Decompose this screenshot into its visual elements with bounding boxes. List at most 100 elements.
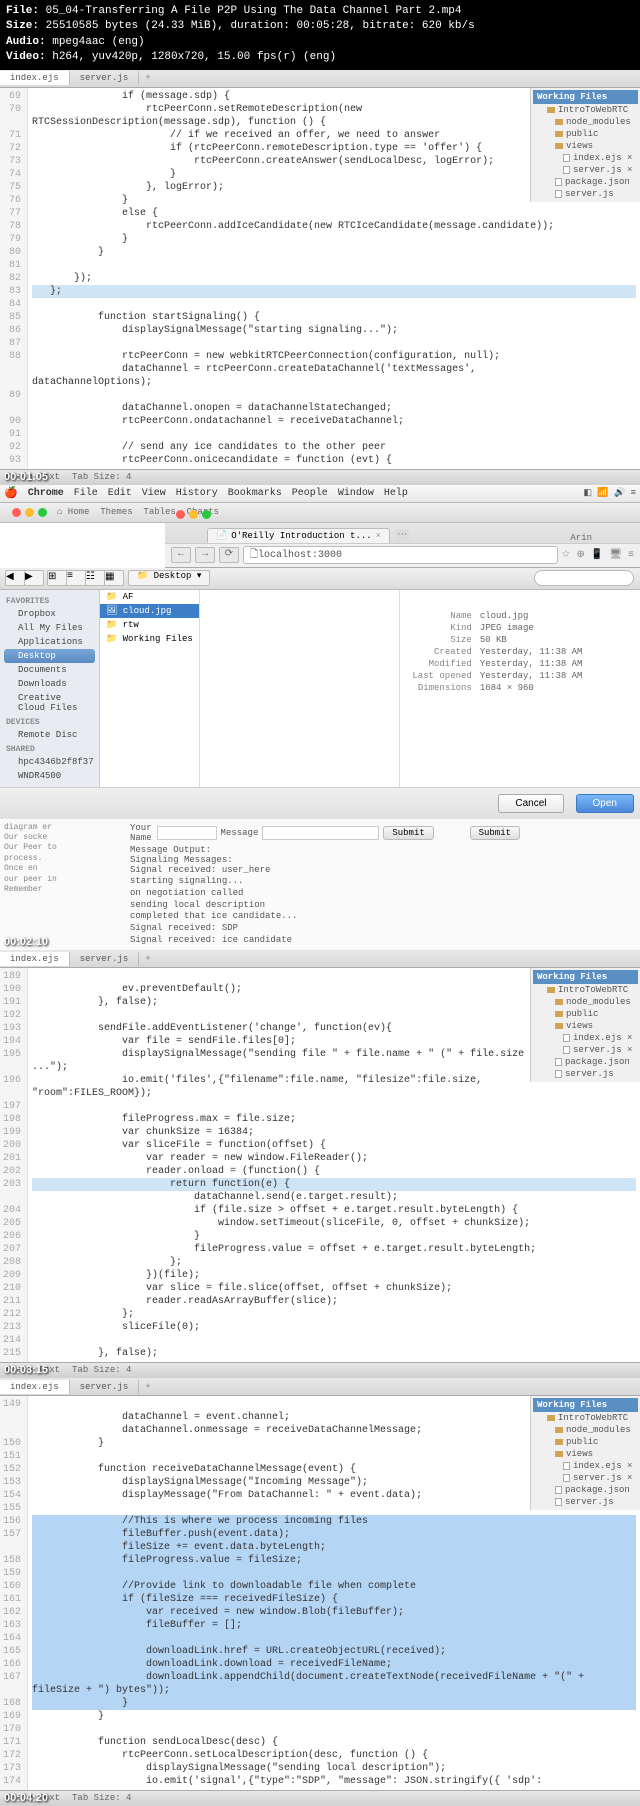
tree-item[interactable]: server.js × [533, 1472, 638, 1484]
finder-sidebar-item[interactable]: Downloads [4, 677, 95, 691]
output-label: Message Output: [130, 845, 520, 855]
menu-bookmarks[interactable]: Bookmarks [228, 488, 282, 499]
finder-col-1[interactable]: 📁 AF🖼 cloud.jpg📁 rtw📁 Working Files [100, 590, 200, 787]
active-app[interactable]: Chrome [28, 488, 64, 499]
tree-item[interactable]: views [533, 1020, 638, 1032]
tree-item[interactable]: node_modules [533, 996, 638, 1008]
editor-tab-bar-2: index.ejs server.js + [0, 950, 640, 968]
devices-label: DEVICES [4, 715, 95, 728]
browser-traffic-lights[interactable] [170, 507, 217, 522]
finder-file-item[interactable]: 📁 rtw [100, 618, 199, 632]
project-folder-2[interactable]: IntroToWebRTC [533, 984, 638, 996]
finder-col-2[interactable] [200, 590, 400, 787]
tree-item[interactable]: server.js [533, 188, 638, 200]
finder-file-item[interactable]: 📁 Working Files [100, 632, 199, 646]
desktop-section: 🍎 Chrome File Edit View History Bookmarks Peo… [0, 485, 640, 951]
browser-user[interactable]: Arin [570, 533, 600, 543]
finder-sidebar: FAVORITES DropboxAll My FilesApplication… [0, 590, 100, 787]
tab-index-3[interactable]: index.ejs [0, 1380, 70, 1394]
menu-icons[interactable]: ◧ 📶 🔊 ≡ [583, 488, 636, 498]
project-folder[interactable]: IntroToWebRTC [533, 104, 638, 116]
working-files-header[interactable]: Working Files [533, 90, 638, 104]
menu-window[interactable]: Window [338, 488, 374, 499]
tree-item[interactable]: server.js [533, 1068, 638, 1080]
tab-close-icon[interactable]: × [376, 531, 381, 541]
tab-add-icon[interactable]: + [139, 71, 156, 85]
editor-status-bar-3: Plain TextTab Size: 4 [0, 1790, 640, 1806]
url-actions[interactable]: ☆ ⊕ 📱 🖥 ≡ [562, 549, 635, 561]
forward-button[interactable]: → [195, 547, 215, 563]
url-bar[interactable]: 🗋 localhost:3000 [243, 546, 558, 564]
tab-add-icon-3[interactable]: + [139, 1380, 156, 1394]
favorites-label: FAVORITES [4, 594, 95, 607]
shared-label: SHARED [4, 742, 95, 755]
tree-item[interactable]: server.js × [533, 164, 638, 176]
tree-item[interactable]: package.json [533, 176, 638, 188]
new-tab-button[interactable]: ⋯ [394, 529, 410, 543]
nav-seg[interactable]: ◀▶ [6, 570, 44, 586]
finder-file-item[interactable]: 🖼 cloud.jpg [100, 604, 199, 618]
tree-item[interactable]: node_modules [533, 116, 638, 128]
working-files-header-3[interactable]: Working Files [533, 1398, 638, 1412]
finder-search[interactable] [534, 570, 634, 586]
finder-sidebar-item[interactable]: Desktop [4, 649, 95, 663]
menu-file[interactable]: File [74, 488, 98, 499]
page-icon: 🗋 [250, 547, 258, 564]
finder-file-item[interactable]: 📁 AF [100, 590, 199, 604]
tab-index[interactable]: index.ejs [0, 71, 70, 85]
tree-item[interactable]: server.js [533, 1496, 638, 1508]
tree-item[interactable]: views [533, 1448, 638, 1460]
view-seg[interactable]: ⊞≡☷▦ [48, 570, 124, 586]
finder-sidebar-item[interactable]: All My Files [4, 621, 95, 635]
tab-server-2[interactable]: server.js [70, 952, 140, 966]
message-input[interactable] [262, 826, 379, 840]
tab-server[interactable]: server.js [70, 71, 140, 85]
menu-view[interactable]: View [142, 488, 166, 499]
code-editor-2: index.ejs server.js + 189190191192193194… [0, 950, 640, 1378]
signal-label: Signaling Messages: [130, 855, 520, 865]
menu-people[interactable]: People [292, 488, 328, 499]
tree-item[interactable]: server.js × [533, 1044, 638, 1056]
tree-item[interactable]: package.json [533, 1484, 638, 1496]
finder-device[interactable]: Remote Disc [4, 728, 95, 742]
browser-tab[interactable]: 📄 O'Reilly Introduction t... × [207, 528, 390, 543]
path-dropdown[interactable]: 📁 Desktop ▾ [128, 570, 210, 586]
tree-item[interactable]: index.ejs × [533, 152, 638, 164]
finder-sidebar-item[interactable]: Documents [4, 663, 95, 677]
traffic-lights[interactable] [6, 505, 53, 520]
tab-add-icon-2[interactable]: + [139, 952, 156, 966]
finder-shared-item[interactable]: WNDR4500 [4, 769, 95, 783]
tree-item[interactable]: node_modules [533, 1424, 638, 1436]
back-button[interactable]: ← [171, 547, 191, 563]
project-folder-3[interactable]: IntroToWebRTC [533, 1412, 638, 1424]
apple-icon[interactable]: 🍎 [4, 486, 18, 500]
tree-item[interactable]: public [533, 1008, 638, 1020]
open-button[interactable]: Open [576, 794, 634, 813]
tab-server-3[interactable]: server.js [70, 1380, 140, 1394]
editor-tab-bar-3: index.ejs server.js + [0, 1378, 640, 1396]
tree-item[interactable]: public [533, 1436, 638, 1448]
submit-button-2[interactable]: Submit [470, 826, 520, 840]
file-details: Namecloud.jpg KindJPEG image Size50 KB C… [400, 590, 640, 787]
menu-edit[interactable]: Edit [108, 488, 132, 499]
cancel-button[interactable]: Cancel [498, 794, 563, 813]
reload-button[interactable]: ⟳ [219, 547, 239, 563]
video-timestamp-4: 00:04:20 [4, 1792, 48, 1804]
menu-history[interactable]: History [176, 488, 218, 499]
finder-sidebar-item[interactable]: Creative Cloud Files [4, 691, 95, 715]
tree-item[interactable]: package.json [533, 1056, 638, 1068]
tree-item[interactable]: public [533, 128, 638, 140]
status-tab-size[interactable]: Tab Size: 4 [72, 472, 131, 483]
menu-help[interactable]: Help [384, 488, 408, 499]
tab-index-2[interactable]: index.ejs [0, 952, 70, 966]
finder-sidebar-item[interactable]: Dropbox [4, 607, 95, 621]
tree-item[interactable]: index.ejs × [533, 1460, 638, 1472]
tree-item[interactable]: views [533, 140, 638, 152]
tree-item[interactable]: index.ejs × [533, 1032, 638, 1044]
working-files-header-2[interactable]: Working Files [533, 970, 638, 984]
finder-sidebar-item[interactable]: Applications [4, 635, 95, 649]
message-label: Message [221, 828, 259, 838]
submit-button-1[interactable]: Submit [383, 826, 433, 840]
finder-shared-item[interactable]: hpc4346b2f8f37 [4, 755, 95, 769]
name-input[interactable] [157, 826, 217, 840]
